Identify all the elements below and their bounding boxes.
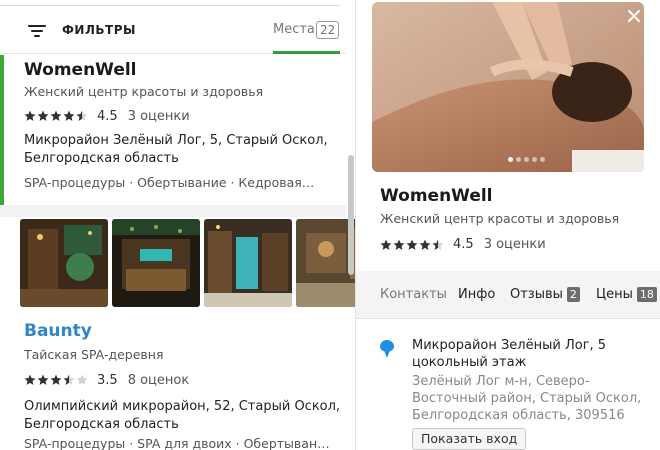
contact-area: Зелёный Лог м-н, Северо-Восточный район,… (412, 374, 642, 423)
result-rating: 4.5 3 оценки (24, 108, 190, 124)
active-tab-underline (273, 51, 340, 54)
result-photo[interactable] (204, 219, 292, 307)
tab-label: Инфо (458, 287, 496, 302)
places-tab-label: Места (273, 22, 315, 37)
result-address: Микрорайон Зелёный Лог, 5, Старый Оскол,… (24, 133, 328, 166)
rating-stars (24, 374, 89, 386)
place-rating: 4.5 3 оценки (380, 237, 546, 252)
result-title[interactable]: Baunty (24, 321, 92, 341)
result-category: Тайская SPA-деревня (24, 347, 164, 362)
result-title[interactable]: WomenWell (24, 60, 137, 80)
star-icon (63, 110, 75, 122)
rating-stars (380, 239, 445, 251)
star-icon (37, 110, 49, 122)
star-icon (50, 374, 62, 386)
rating-stars (24, 110, 89, 122)
places-count-badge: 22 (316, 21, 340, 39)
tab-label: Отзывы (510, 287, 563, 302)
filters-label: ФИЛЬТРЫ (62, 23, 136, 37)
show-entrance-button[interactable]: Показать вход (412, 428, 527, 450)
carousel-dot[interactable] (540, 157, 545, 162)
search-results-panel: ФИЛЬТРЫ Места 22 WomenWell Женский центр… (0, 0, 356, 450)
contact-address: Микрорайон Зелёный Лог, 5 цокольный этаж (412, 338, 607, 370)
result-photo[interactable] (296, 219, 355, 307)
map-pin-icon (380, 340, 394, 358)
rating-value: 3.5 (97, 372, 118, 388)
prices-count-badge: 18 (636, 287, 657, 302)
rating-count: 8 оценок (127, 372, 190, 388)
carousel-dot[interactable] (532, 157, 537, 162)
rating-value: 4.5 (97, 108, 118, 124)
contact-section: Микрорайон Зелёный Лог, 5 цокольный этаж… (356, 320, 660, 450)
tab-info[interactable]: Инфо (458, 287, 495, 302)
star-icon (24, 110, 36, 122)
tab-label: Контакты (380, 287, 447, 302)
result-rating: 3.5 8 оценок (24, 372, 189, 388)
star-icon (63, 374, 75, 386)
result-photo-strip[interactable] (20, 219, 355, 307)
result-category: Женский центр красоты и здоровья (24, 84, 264, 99)
star-icon (24, 374, 36, 386)
place-title: WomenWell (380, 186, 493, 206)
filters-button[interactable]: ФИЛЬТРЫ (28, 18, 136, 42)
result-card-womenwell[interactable]: WomenWell Женский центр красоты и здоров… (0, 55, 346, 205)
star-icon (406, 239, 418, 251)
rating-value: 4.5 (453, 237, 474, 252)
tab-contacts[interactable]: Контакты (380, 287, 447, 302)
card-separator (0, 205, 346, 217)
carousel-dot[interactable] (516, 157, 521, 162)
close-button[interactable] (624, 6, 644, 26)
carousel-dot[interactable] (524, 157, 529, 162)
tab-reviews[interactable]: Отзывы 2 (510, 287, 580, 302)
results-scrollbar[interactable] (348, 155, 354, 275)
place-detail-panel: WomenWell Женский центр красоты и здоров… (356, 0, 660, 450)
star-icon (76, 110, 88, 122)
tab-prices[interactable]: Цены 18 (596, 287, 657, 302)
star-icon (76, 374, 88, 386)
star-icon (393, 239, 405, 251)
carousel-dot[interactable] (508, 157, 513, 162)
result-address: Олимпийский микрорайон, 52, Старый Оскол… (24, 399, 341, 432)
place-tabs: Контакты Инфо Отзывы 2 Цены 18 (356, 271, 660, 319)
place-hero-photo[interactable] (372, 2, 644, 172)
reviews-count-badge: 2 (566, 287, 580, 302)
close-icon (628, 10, 640, 22)
result-photo[interactable] (112, 219, 200, 307)
tab-places[interactable]: Места 22 (268, 18, 342, 54)
star-icon (50, 110, 62, 122)
star-icon (37, 374, 49, 386)
result-photo[interactable] (20, 219, 108, 307)
star-icon (380, 239, 392, 251)
star-icon (432, 239, 444, 251)
filters-bar: ФИЛЬТРЫ Места 22 (0, 6, 346, 54)
result-card-baunty[interactable]: Baunty Тайская SPA-деревня 3.5 8 оценок … (0, 217, 355, 450)
filter-lines-icon (28, 22, 48, 38)
tab-label: Цены (596, 287, 633, 302)
rating-count: 3 оценки (127, 108, 190, 124)
rating-count[interactable]: 3 оценки (484, 237, 546, 252)
place-category: Женский центр красоты и здоровья (380, 211, 620, 226)
result-tags: SPA-процедуры · Обертывание · Кедровая… (24, 175, 315, 190)
result-tags: SPA-процедуры · SPA для двоих · Обертыва… (24, 436, 334, 450)
star-icon (419, 239, 431, 251)
photo-carousel-dots[interactable] (508, 157, 548, 162)
